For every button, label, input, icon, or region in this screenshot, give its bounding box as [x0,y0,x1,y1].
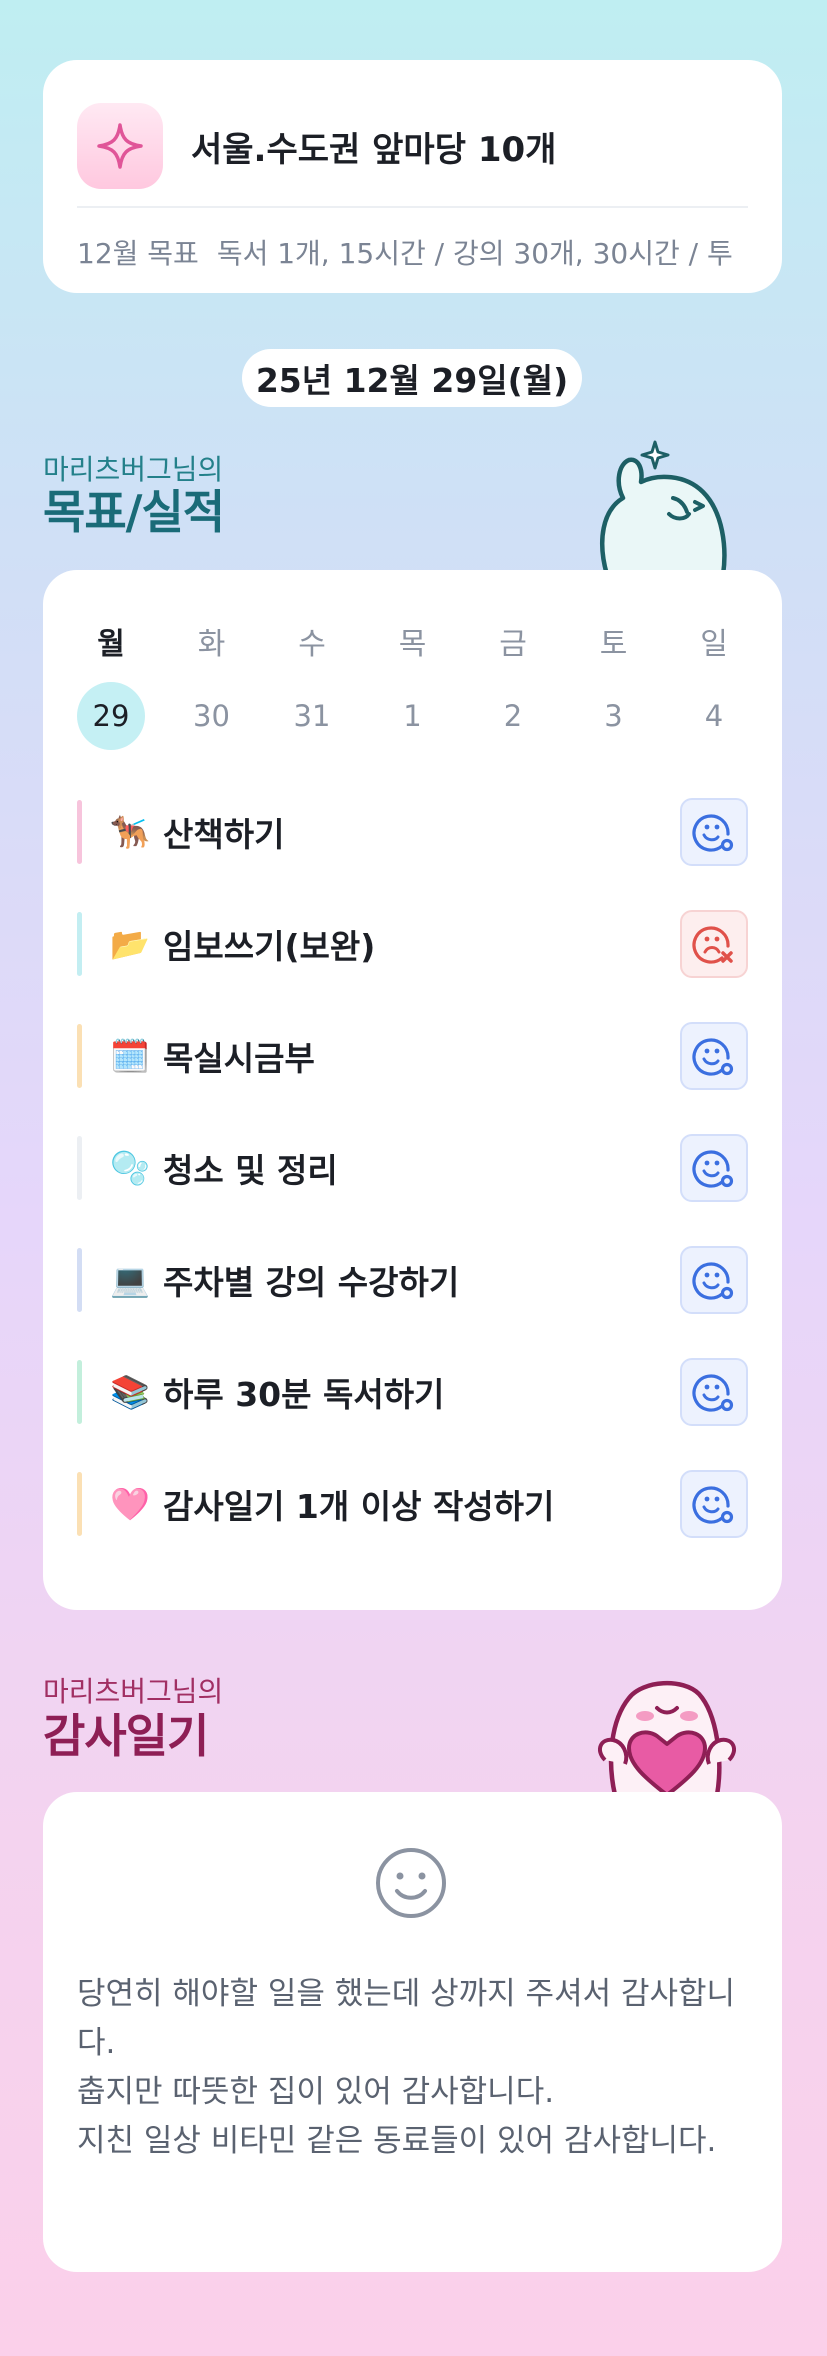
gratitude-text: 당연히 해야할 일을 했는데 상까지 주셔서 감사합니다. 춥지만 따뜻한 집이 … [77,1970,748,2166]
task-color-bar [77,912,82,976]
task-label: 목실시금부 [163,1039,315,1078]
task-label: 감사일기 1개 이상 작성하기 [163,1487,555,1526]
day-name: 일 [700,627,728,662]
day-number: 29 [77,682,145,750]
gratitude-line: 지친 일상 비타민 같은 동료들이 있어 감사합니다. [77,2123,717,2159]
day-number: 31 [293,699,331,733]
day-number: 1 [403,699,422,733]
divider [77,206,748,208]
day-column[interactable]: 금2 [478,625,548,750]
task-row[interactable]: 📚 하루 30분 독서하기 [77,1356,748,1428]
task-row[interactable]: 📂 임보쓰기(보완) [77,908,748,980]
day-column[interactable]: 토3 [579,625,649,750]
task-row[interactable]: 🩷 감사일기 1개 이상 작성하기 [77,1468,748,1540]
day-number: 2 [503,699,523,733]
smile-face-check-icon [692,1262,734,1300]
task-done-status-button[interactable] [680,1470,748,1538]
task-failed-status-button[interactable] [680,910,748,978]
goal-title: 서울.수도권 앞마당 10개 [191,129,557,170]
smile-face-check-icon [692,1374,734,1412]
smile-face-check-icon [692,1150,734,1188]
task-done-status-button[interactable] [680,1022,748,1090]
mascot-waving-illustration [600,440,727,575]
goals-section-title: 목표/실적 [43,485,225,539]
smile-face-check-icon [692,814,734,852]
sparkle-icon [77,103,163,189]
task-row[interactable]: 🐕‍🦺 산책하기 [77,796,748,868]
task-label: 청소 및 정리 [163,1151,338,1190]
gratitude-line: 춥지만 따뜻한 집이 있어 감사합니다. [77,2074,555,2110]
task-emoji-icon: 💻 [110,1261,150,1299]
day-number: 4 [704,699,724,733]
task-color-bar [77,1024,82,1088]
task-emoji-icon: 🗓️ [110,1037,150,1075]
day-number: 30 [193,699,230,733]
task-emoji-icon: 🐕‍🦺 [110,813,150,851]
weekly-goals-card: 월 29 화 30 수 31 목 1 금 2 토 3 일 4 🐕‍🦺 산책하기 📂 임보쓰기(보완) 🗓️ 목실시금… [43,570,782,1610]
task-row[interactable]: 💻 주차별 강의 수강하기 [77,1244,748,1316]
task-emoji-icon: 📂 [110,925,150,963]
week-strip: 월 29 화 30 수 31 목 1 금 2 토 3 일 4 [76,625,749,750]
gratitude-line: 당연히 해야할 일을 했는데 상까지 주셔서 감사합니다. [77,1976,736,2061]
day-column[interactable]: 수 31 [277,625,347,750]
goal-card[interactable]: 서울.수도권 앞마당 10개 12월 목표 독서 1개, 15시간 / 강의 30… [43,60,782,293]
task-done-status-button[interactable] [680,798,748,866]
smile-face-check-icon [692,1486,734,1524]
task-list: 🐕‍🦺 산책하기 📂 임보쓰기(보완) 🗓️ 목실시금부 🫧 청소 및 정리 💻 주차별 강의 수… [77,796,748,1580]
day-name: 월 [97,627,125,662]
day-name: 금 [499,627,527,662]
task-color-bar [77,1136,82,1200]
task-row[interactable]: 🗓️ 목실시금부 [77,1020,748,1092]
smile-icon [376,1848,446,1918]
task-color-bar [77,800,82,864]
task-emoji-icon: 🩷 [110,1485,150,1523]
day-column[interactable]: 월 29 [76,625,146,750]
task-row[interactable]: 🫧 청소 및 정리 [77,1132,748,1204]
day-column[interactable]: 일4 [679,625,749,750]
task-emoji-icon: 🫧 [110,1149,150,1187]
gratitude-card: 당연히 해야할 일을 했는데 상까지 주셔서 감사합니다. 춥지만 따뜻한 집이 … [43,1792,782,2272]
task-done-status-button[interactable] [680,1246,748,1314]
task-label: 주차별 강의 수강하기 [163,1263,460,1302]
day-name: 화 [197,627,226,662]
goal-description: 12월 목표 독서 1개, 15시간 / 강의 30개, 30시간 / 투 [77,232,754,272]
goal-month-label: 12월 목표 [77,237,199,270]
smile-face-check-icon [692,1038,734,1076]
goal-description-text: 독서 1개, 15시간 / 강의 30개, 30시간 / 투 [216,237,733,270]
task-color-bar [77,1472,82,1536]
mascot-heart-illustration [597,1681,737,1795]
gratitude-section-title: 감사일기 [43,1709,209,1763]
day-column[interactable]: 화 30 [177,625,247,750]
day-name: 목 [398,627,427,662]
goal-header: 서울.수도권 앞마당 10개 [77,103,556,189]
task-label: 산책하기 [163,815,285,854]
date-pill[interactable]: 25년 12월 29일(월) [242,349,582,407]
task-done-status-button[interactable] [680,1358,748,1426]
task-label: 하루 30분 독서하기 [163,1375,445,1414]
day-name: 수 [298,627,326,662]
day-name: 토 [599,627,628,662]
day-column[interactable]: 목1 [378,625,448,750]
day-number: 3 [604,699,623,733]
sad-face-x-icon [692,926,733,964]
task-color-bar [77,1248,82,1312]
task-label: 임보쓰기(보완) [163,927,376,966]
task-emoji-icon: 📚 [110,1373,150,1411]
task-color-bar [77,1360,82,1424]
task-done-status-button[interactable] [680,1134,748,1202]
